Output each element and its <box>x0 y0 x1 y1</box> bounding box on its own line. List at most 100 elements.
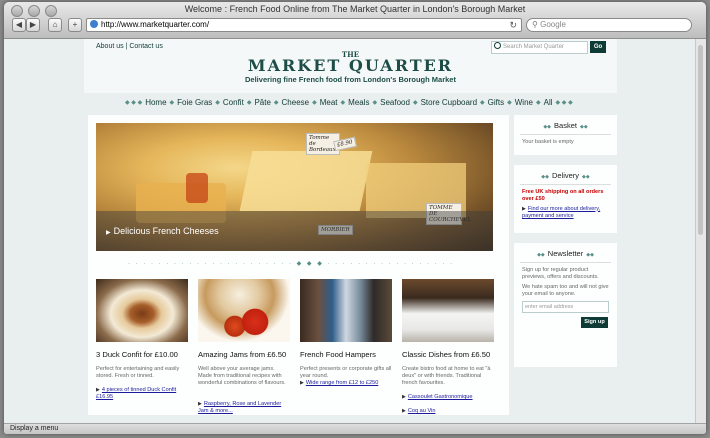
nav-item-meat[interactable]: Meat <box>320 98 338 107</box>
hampers-image[interactable] <box>300 279 392 342</box>
product-card-confit: 3 Duck Confit for £10.00 Perfect for ent… <box>96 279 188 400</box>
card-link-text: Coq au Vin <box>407 408 436 414</box>
hero-caption-text: Delicious French Cheeses <box>113 226 219 236</box>
cheese-wheel-image <box>239 151 373 211</box>
nav-separator-icon: ◆ <box>535 100 541 106</box>
add-bookmark-button[interactable]: + <box>68 18 82 32</box>
product-card-classic-dishes: Classic Dishes from £6.50 Create bistro … <box>402 279 494 414</box>
basket-status: Your basket is empty <box>522 139 574 145</box>
forward-button[interactable]: ▶ <box>26 18 40 32</box>
forward-arrow-icon: ▶ <box>29 20 37 29</box>
bistro-image[interactable] <box>402 279 494 342</box>
nav-separator-icon: ◆ <box>215 100 220 106</box>
basket-panel: ◆◆ Basket ◆◆ Your basket is empty <box>514 115 617 155</box>
browser-search-field[interactable]: ⚲ Google <box>526 18 692 32</box>
nav-item-home[interactable]: Home <box>145 98 166 107</box>
nav-separator-icon: ◆ <box>312 100 317 106</box>
basket-title: ◆◆ Basket ◆◆ <box>514 115 617 130</box>
url-text: http://www.marketquarter.com/ <box>101 20 210 29</box>
hero-caption[interactable]: ▶ Delicious French Cheeses <box>106 226 219 236</box>
nav-separator-icon: ◆ <box>372 100 378 106</box>
nav-separator-icon: ◆ <box>412 100 418 106</box>
product-card-hampers: French Food Hampers Perfect presents or … <box>300 279 392 386</box>
nav-separator-icon: ◆ <box>273 100 279 106</box>
card-link[interactable]: ▶ Coq au Vin <box>402 408 494 415</box>
card-link[interactable]: ▶ 4 pieces of tinned Duck Confit £16.95 <box>96 387 188 400</box>
site-logo[interactable]: MARKET QUARTER <box>84 56 617 75</box>
address-bar[interactable]: http://www.marketquarter.com/ ↻ <box>86 18 522 32</box>
delivery-link-text: Find our more about delivery, payment an… <box>522 205 601 219</box>
ornament-icon: ◆◆ <box>586 252 594 258</box>
nav-item-seafood[interactable]: Seafood <box>380 98 410 107</box>
ornament-icon: ◆◆ <box>579 124 588 130</box>
nav-ornament-icon: ◆ ◆ ◆ <box>125 100 143 106</box>
shipping-promo: Free UK shipping on all orders over £50 <box>522 189 604 203</box>
nav-item-pate[interactable]: Pâte <box>254 98 270 107</box>
newsletter-text: Sign up for regular product previews, of… <box>522 267 599 281</box>
nav-item-wine[interactable]: Wine <box>515 98 533 107</box>
plus-icon: + <box>72 20 78 29</box>
nav-item-meals[interactable]: Meals <box>348 98 369 107</box>
nav-separator-icon: ◆ <box>480 100 485 106</box>
card-link[interactable]: ▶ Raspberry, Rose and Lavender Jam & more… <box>198 401 290 414</box>
vertical-scrollbar[interactable] <box>695 39 706 424</box>
card-text: Perfect presents or corporate gifts all … <box>300 366 392 380</box>
privacy-text: We hate spam too and will not give your … <box>522 283 609 297</box>
ornament-icon: ◆◆ <box>537 252 545 258</box>
arrow-right-icon: ▶ <box>402 394 406 400</box>
nav-item-confit[interactable]: Confit <box>223 98 244 107</box>
back-arrow-icon: ◀ <box>15 20 23 29</box>
ornament-icon: ◆◆ <box>541 174 549 180</box>
card-title[interactable]: Classic Dishes from £6.50 <box>402 350 490 359</box>
back-button[interactable]: ◀ <box>12 18 26 32</box>
delivery-link[interactable]: ▶ Find our more about delivery, payment a… <box>514 206 617 221</box>
nav-item-all[interactable]: All <box>544 98 553 107</box>
nav-separator-icon: ◆ <box>246 100 252 106</box>
home-icon: ⌂ <box>52 20 58 29</box>
nav-item-store-cupboard[interactable]: Store Cupboard <box>421 98 477 107</box>
hero-banner[interactable]: Tomme de Bordeaux £8.90 MORBIER TOMME DE… <box>96 123 493 251</box>
card-title[interactable]: 3 Duck Confit for £10.00 <box>96 350 178 359</box>
search-icon <box>494 42 501 49</box>
main-content: Tomme de Bordeaux £8.90 MORBIER TOMME DE… <box>88 115 509 415</box>
ornament-divider: · · · · · · · · · · · · · · · · · · · · … <box>128 261 458 267</box>
signup-button[interactable]: Sign up <box>581 317 608 329</box>
arrow-right-icon: ▶ <box>300 380 304 386</box>
card-text: Well above your average jams. Made from … <box>198 366 286 387</box>
scrollbar-thumb[interactable] <box>698 45 703 235</box>
basket-title-text: Basket <box>554 121 577 130</box>
card-link-text: Cassoulet Gastronomique <box>407 394 473 400</box>
browser-toolbar: Welcome : French Food Online from The Ma… <box>4 2 706 39</box>
nav-item-cheese[interactable]: Cheese <box>282 98 310 107</box>
card-title[interactable]: Amazing Jams from £6.50 <box>198 350 286 359</box>
delivery-panel: ◆◆ Delivery ◆◆ Free UK shipping on all ord… <box>514 165 617 233</box>
delivery-title: ◆◆ Delivery ◆◆ <box>514 165 617 180</box>
nav-ornament-icon: ◆ ◆ ◆ <box>555 100 573 106</box>
ornament-icon: ◆◆ <box>582 174 590 180</box>
home-button[interactable]: ⌂ <box>48 18 62 32</box>
about-us-link[interactable]: About us <box>96 43 124 50</box>
nav-item-foie-gras[interactable]: Foie Gras <box>177 98 212 107</box>
arrow-right-icon: ▶ <box>402 408 406 414</box>
nav-item-gifts[interactable]: Gifts <box>488 98 504 107</box>
duck-confit-image[interactable] <box>96 279 188 342</box>
arrow-right-icon: ▶ <box>106 230 111 236</box>
card-link-text: 4 pieces of tinned Duck Confit £16.95 <box>96 387 177 400</box>
divider <box>520 262 611 263</box>
tagline: Delivering fine French food from London'… <box>245 75 456 84</box>
jams-image[interactable] <box>198 279 290 342</box>
card-link[interactable]: ▶ Cassoulet Gastronomique <box>402 394 494 401</box>
status-bar: Display a menu <box>4 423 706 434</box>
delivery-title-text: Delivery <box>551 171 580 180</box>
card-link[interactable]: ▶ Wide range from £12 to £250 <box>300 380 392 387</box>
card-title[interactable]: French Food Hampers <box>300 350 376 359</box>
reload-icon[interactable]: ↻ <box>509 19 517 31</box>
contact-us-link[interactable]: Contact us <box>129 43 162 50</box>
arrow-right-icon: ▶ <box>522 205 526 212</box>
email-input[interactable]: enter email address <box>522 301 609 314</box>
window-title: Welcome : French Food Online from The Ma… <box>184 4 526 14</box>
browser-window: Welcome : French Food Online from The Ma… <box>4 2 706 434</box>
card-link-text: Wide range from £12 to £250 <box>305 380 379 386</box>
newsletter-title: ◆◆ Newsletter ◆◆ <box>514 243 617 258</box>
card-link-text: Raspberry, Rose and Lavender Jam & more.… <box>198 401 282 414</box>
